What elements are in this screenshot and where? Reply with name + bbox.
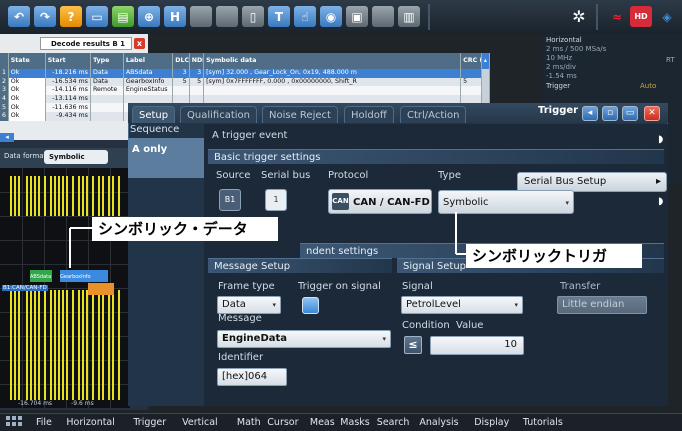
app-menu-icon[interactable] xyxy=(6,416,22,428)
menu-item-tutorials[interactable]: Tutorials xyxy=(523,416,563,429)
menu-item-meas[interactable]: Meas xyxy=(310,416,335,429)
menu-item-masks[interactable]: Masks xyxy=(340,416,369,429)
menu-item-math[interactable]: Math xyxy=(237,416,261,429)
menu-item-search[interactable]: Search xyxy=(377,416,410,429)
menu-item-trigger[interactable]: Trigger xyxy=(133,416,166,429)
menu-item-vertical[interactable]: Vertical xyxy=(182,416,218,429)
menu-item-analysis[interactable]: Analysis xyxy=(419,416,458,429)
menu-item-cursor[interactable]: Cursor xyxy=(267,416,298,429)
menu-item-horizontal[interactable]: Horizontal xyxy=(66,416,115,429)
menu-item-display[interactable]: Display xyxy=(474,416,509,429)
callout-leaders xyxy=(69,212,466,268)
menu-item-file[interactable]: File xyxy=(36,416,52,429)
